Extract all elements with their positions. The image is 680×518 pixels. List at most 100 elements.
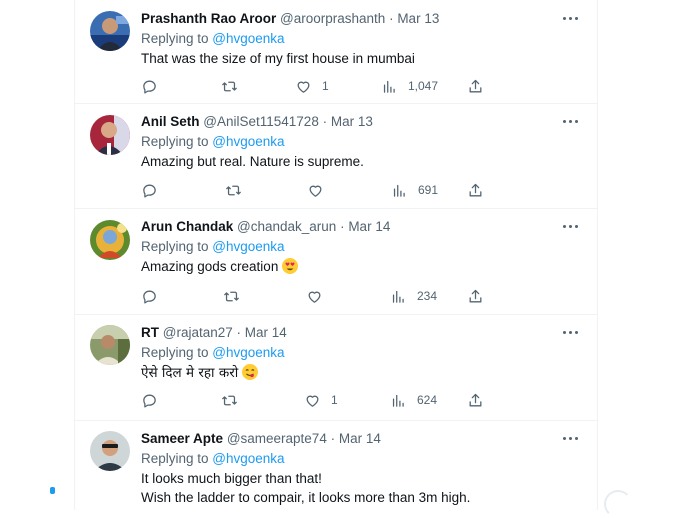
tweet-header: Prashanth Rao Aroor @aroorprashanth · Ma… [141,10,439,27]
replying-handle-link[interactable]: @hvgoenka [212,31,284,46]
user-handle[interactable]: @chandak_arun [237,219,336,234]
views-icon [392,394,404,407]
reply-tweet[interactable]: Anil Seth @AnilSet11541728 · Mar 13 Repl… [75,103,597,209]
reply-tweet[interactable]: Arun Chandak @chandak_arun · Mar 14 Repl… [75,208,597,315]
tweet-text: It looks much bigger than that! Wish the… [141,469,470,507]
heart-eyes-emoji-icon [282,258,299,274]
retweet-icon [222,81,237,91]
timestamp[interactable]: Mar 13 [331,114,373,129]
retweet-icon [226,185,241,195]
views-icon [392,290,404,303]
reply-icon [143,394,156,408]
views-button[interactable]: 234 [390,286,437,306]
avatar[interactable] [90,220,130,260]
retweet-button[interactable] [223,286,250,306]
timestamp[interactable]: Mar 14 [245,325,287,340]
tweet-text-line: Amazing but real. Nature is supreme. [141,154,364,169]
separator: · [336,219,349,234]
display-name[interactable]: Prashanth Rao Aroor [141,11,276,26]
share-button[interactable] [467,286,484,306]
like-button[interactable] [307,180,334,200]
tweet-actions: 1 1,047 [141,76,521,96]
more-icon[interactable] [559,322,583,342]
reply-icon [143,290,156,304]
replying-to: Replying to @hvgoenka [141,133,285,150]
like-icon [297,81,310,93]
separator: · [318,114,331,129]
user-handle[interactable]: @aroorprashanth [280,11,385,26]
retweet-button[interactable] [221,76,248,96]
user-handle[interactable]: @sameerapte74 [227,431,327,446]
display-name[interactable]: Sameer Apte [141,431,223,446]
tweet-text: ऐसे दिल मे रहा करो [141,363,259,383]
tweet-header: Sameer Apte @sameerapte74 · Mar 14 [141,430,381,447]
replying-prefix: Replying to [141,31,213,46]
replying-prefix: Replying to [141,451,213,466]
avatar[interactable] [90,11,130,51]
display-name[interactable]: Arun Chandak [141,219,233,234]
tweet-text-line: ऐसे दिल मे रहा करो [141,363,259,383]
replying-handle-link[interactable]: @hvgoenka [212,239,284,254]
views-button[interactable]: 691 [391,180,438,200]
retweet-button[interactable] [225,180,252,200]
reply-button[interactable] [141,390,168,410]
avatar[interactable] [90,431,130,471]
reply-button[interactable] [141,286,168,306]
avatar[interactable] [90,325,130,365]
share-icon [469,393,482,406]
like-button[interactable]: 1 [304,390,338,410]
replying-prefix: Replying to [141,345,213,360]
share-button[interactable] [467,180,484,200]
like-icon [306,395,319,407]
tweet-header: RT @rajatan27 · Mar 14 [141,324,287,341]
yum-emoji-icon [242,364,259,380]
views-count: 624 [417,393,438,407]
reply-tweet[interactable]: Prashanth Rao Aroor @aroorprashanth · Ma… [75,0,597,104]
tweet-header: Anil Seth @AnilSet11541728 · Mar 13 [141,113,373,130]
reply-icon [143,80,156,94]
replying-handle-link[interactable]: @hvgoenka [212,134,284,149]
more-icon[interactable] [559,428,583,448]
reply-button[interactable] [141,180,168,200]
replying-handle-link[interactable]: @hvgoenka [212,451,284,466]
scroll-marker [50,487,55,494]
reply-tweet[interactable]: Sameer Apte @sameerapte74 · Mar 14 Reply… [75,420,597,510]
like-count: 1 [331,393,338,407]
tweet-text: That was the size of my first house in m… [141,49,415,68]
timestamp[interactable]: Mar 14 [339,431,381,446]
share-button[interactable] [467,76,484,96]
share-button[interactable] [467,390,484,410]
retweet-icon [222,395,237,405]
timestamp[interactable]: Mar 13 [397,11,439,26]
avatar[interactable] [90,115,130,155]
tweet-actions: 1 624 [141,390,521,410]
more-icon[interactable] [559,216,583,236]
retweet-icon [224,291,239,301]
replying-prefix: Replying to [141,134,213,149]
more-icon[interactable] [559,111,583,131]
tweet-text-line: Wish the ladder to compair, it looks mor… [141,490,471,505]
views-button[interactable]: 624 [390,390,437,410]
tweet-text: Amazing gods creation [141,257,299,276]
loading-spinner-icon [604,490,632,518]
display-name[interactable]: Anil Seth [141,114,200,129]
views-count: 234 [417,289,438,303]
like-button[interactable] [306,286,333,306]
timestamp[interactable]: Mar 14 [348,219,390,234]
tweet-text-line: Amazing gods creation [141,257,299,276]
share-icon [469,79,482,92]
views-button[interactable]: 1,047 [381,76,438,96]
user-handle[interactable]: @AnilSet11541728 [203,114,319,129]
reply-button[interactable] [141,76,168,96]
tweet-actions: 234 [141,286,521,306]
user-handle[interactable]: @rajatan27 [163,325,233,340]
retweet-button[interactable] [221,390,248,410]
replying-handle-link[interactable]: @hvgoenka [212,345,284,360]
display-name[interactable]: RT [141,325,159,340]
like-button[interactable]: 1 [295,76,329,96]
reply-tweet[interactable]: RT @rajatan27 · Mar 14 Replying to @hvgo… [75,314,597,421]
replying-to: Replying to @hvgoenka [141,450,285,467]
views-icon [383,80,395,93]
tweet-text: Amazing but real. Nature is supreme. [141,152,364,171]
more-icon[interactable] [559,8,583,28]
